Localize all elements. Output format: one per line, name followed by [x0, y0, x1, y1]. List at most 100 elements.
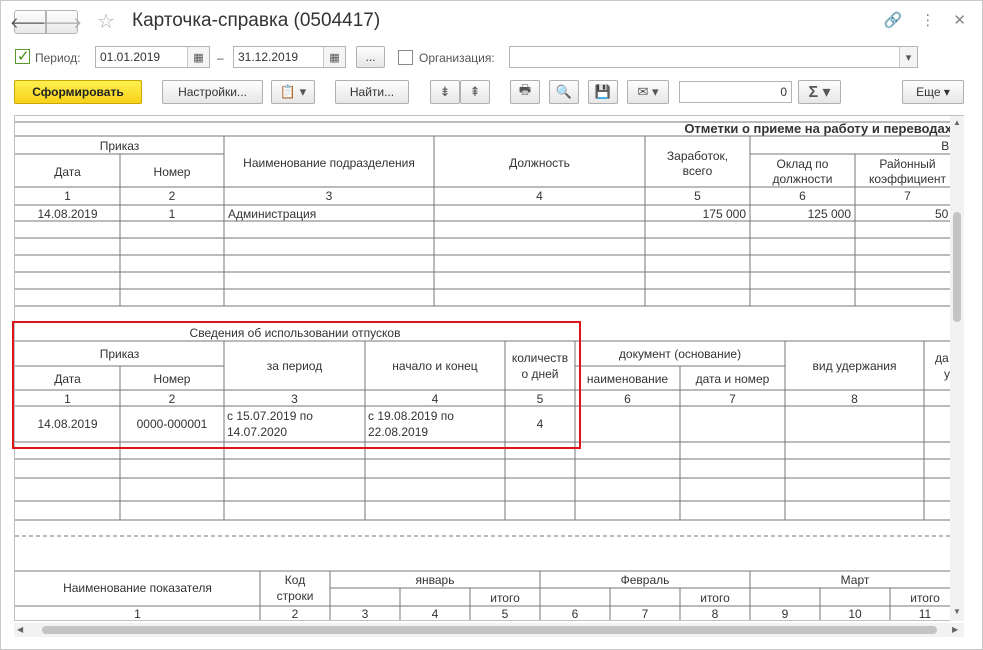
sigma-icon: Σ ▾: [808, 84, 831, 101]
s3-total-header: итого: [490, 591, 520, 605]
forward-button[interactable]: 🡒: [42, 10, 82, 34]
s3-colnum: 3: [361, 607, 369, 621]
s3-code-header-1: Код: [284, 573, 306, 587]
horizontal-scrollbar[interactable]: ◀ ▶: [14, 623, 964, 637]
s1-colnum: 7: [904, 189, 911, 203]
s3-colnum: 10: [848, 607, 862, 621]
s3-colnum: 7: [641, 607, 649, 621]
s1-colnum: 2: [168, 189, 176, 203]
more-label: Еще: [916, 85, 941, 99]
organization-field[interactable]: ▾: [509, 46, 918, 68]
s3-colnum: 9: [781, 607, 789, 621]
calendar-icon[interactable]: ▦: [187, 47, 209, 67]
settings-button[interactable]: Настройки...: [162, 80, 263, 104]
period-label: Период:: [35, 51, 81, 65]
s3-colnum: 1: [134, 607, 141, 621]
s3-february-header: Февраль: [620, 573, 670, 587]
close-icon[interactable]: ✕: [953, 11, 966, 29]
s1-colnum: 3: [325, 189, 333, 203]
s1-colnum: 5: [694, 189, 701, 203]
s3-colnum: 4: [431, 607, 439, 621]
section1-title: Отметки о приеме на работу и переводах: [684, 121, 952, 136]
favorite-star-icon[interactable]: ☆: [97, 9, 115, 34]
s1-row-number[interactable]: 1: [120, 207, 224, 221]
send-email-button[interactable]: ✉ ▾: [627, 80, 669, 104]
s1-colnum: 6: [799, 189, 806, 203]
s3-indicator-header: Наименование показателя: [63, 581, 212, 595]
find-button[interactable]: Найти...: [335, 80, 409, 104]
scroll-right-icon[interactable]: ▶: [952, 625, 958, 634]
period-select-button[interactable]: ...: [356, 46, 385, 68]
s1-row-department[interactable]: Администрация: [228, 207, 428, 221]
toolbar: Сформировать Настройки... 📋 ▾ Найти... ⇟…: [1, 79, 983, 107]
s1-position-header: Должность: [509, 156, 570, 170]
preview-button[interactable]: 🔍: [549, 80, 579, 104]
scroll-down-icon[interactable]: ▼: [953, 607, 961, 616]
date-to-value: 31.12.2019: [238, 50, 299, 64]
organization-checkbox[interactable]: [398, 50, 413, 65]
s2-colnum: 8: [851, 392, 858, 406]
s1-district-header-1: Районный: [879, 157, 936, 171]
s1-salary-pos-header-1: Оклад по: [776, 157, 829, 171]
window-title: Карточка-справка (0504417): [132, 10, 381, 31]
s1-salary-total-header-2: всего: [682, 164, 713, 178]
s1-colnum: 1: [64, 189, 71, 203]
s1-number-header: Номер: [153, 165, 191, 179]
report-variants-icon: 📋 ▾: [279, 84, 307, 99]
more-button[interactable]: Еще ▾: [902, 80, 964, 104]
print-button[interactable]: 🖶: [510, 80, 540, 104]
expand-groups-button[interactable]: ⇞: [460, 80, 490, 104]
sum-value: 0: [780, 85, 787, 99]
link-icon[interactable]: 🔗: [884, 11, 903, 29]
variants-button[interactable]: 📋 ▾: [271, 80, 315, 104]
date-to-field[interactable]: 31.12.2019 ▦: [233, 46, 346, 68]
preview-icon: 🔍: [555, 84, 573, 99]
arrow-right-icon: 🡒: [41, 14, 83, 32]
section1-right-header: Вид: [855, 139, 963, 153]
scroll-left-icon[interactable]: ◀: [17, 625, 23, 634]
report-window: 🡐 🡒 ☆ Карточка-справка (0504417) 🔗 ⋮ ✕ П…: [0, 0, 983, 650]
calendar-icon[interactable]: ▦: [323, 47, 345, 67]
s3-colnum: 2: [291, 607, 299, 621]
period-checkbox[interactable]: [15, 47, 30, 65]
dropdown-icon[interactable]: ▾: [899, 47, 917, 67]
title-bar: 🡐 🡒 ☆ Карточка-справка (0504417) 🔗 ⋮ ✕: [1, 1, 983, 41]
generate-button[interactable]: Сформировать: [14, 80, 142, 104]
s1-salary-pos-header-2: должности: [772, 172, 833, 186]
print-icon: 🖶: [518, 82, 532, 97]
save-button[interactable]: 💾: [588, 80, 618, 104]
save-icon: 💾: [594, 84, 612, 99]
more-vertical-icon[interactable]: ⋮: [920, 11, 935, 29]
sum-button[interactable]: Σ ▾: [798, 80, 841, 104]
collapse-groups-button[interactable]: ⇟: [430, 80, 460, 104]
date-from-field[interactable]: 01.01.2019 ▦: [95, 46, 210, 68]
scroll-up-icon[interactable]: ▲: [953, 118, 961, 127]
collapse-icon: ⇟: [439, 84, 451, 99]
s3-code-header-2: строки: [276, 589, 314, 603]
s2-doc-name-header: наименование: [586, 372, 669, 386]
s2-deduction-header: вид удержания: [812, 359, 897, 373]
expand-icon: ⇞: [469, 84, 481, 99]
horizontal-scroll-thumb[interactable]: [42, 626, 937, 634]
filter-row: Период: 01.01.2019 ▦ – 31.12.2019 ▦ ... …: [1, 43, 983, 73]
s2-doc-date-header: дата и номер: [695, 372, 770, 386]
s3-colnum: 5: [501, 607, 509, 621]
date-from-value: 01.01.2019: [100, 50, 161, 64]
s1-row-salary-pos[interactable]: 125 000: [750, 207, 851, 221]
s3-colnum: 6: [571, 607, 579, 621]
sum-field[interactable]: 0: [679, 81, 792, 103]
vertical-scrollbar[interactable]: ▲ ▼: [950, 116, 964, 621]
s1-row-date[interactable]: 14.08.2019: [15, 207, 120, 221]
envelope-icon: ✉ ▾: [637, 84, 659, 99]
vertical-scroll-thumb[interactable]: [953, 212, 961, 322]
highlight-frame: [12, 321, 581, 449]
date-dash: –: [217, 51, 224, 65]
s2-colnum: 6: [624, 392, 631, 406]
s1-row-salary-total[interactable]: 175 000: [645, 207, 746, 221]
s2-document-header: документ (основание): [618, 347, 742, 361]
dropdown-icon: ▾: [943, 85, 950, 99]
s3-colnum: 8: [711, 607, 719, 621]
s1-salary-total-header-1: Заработок,: [666, 149, 729, 163]
s1-row-district[interactable]: 50 00: [855, 207, 963, 221]
window-controls: 🔗 ⋮ ✕: [884, 11, 966, 29]
